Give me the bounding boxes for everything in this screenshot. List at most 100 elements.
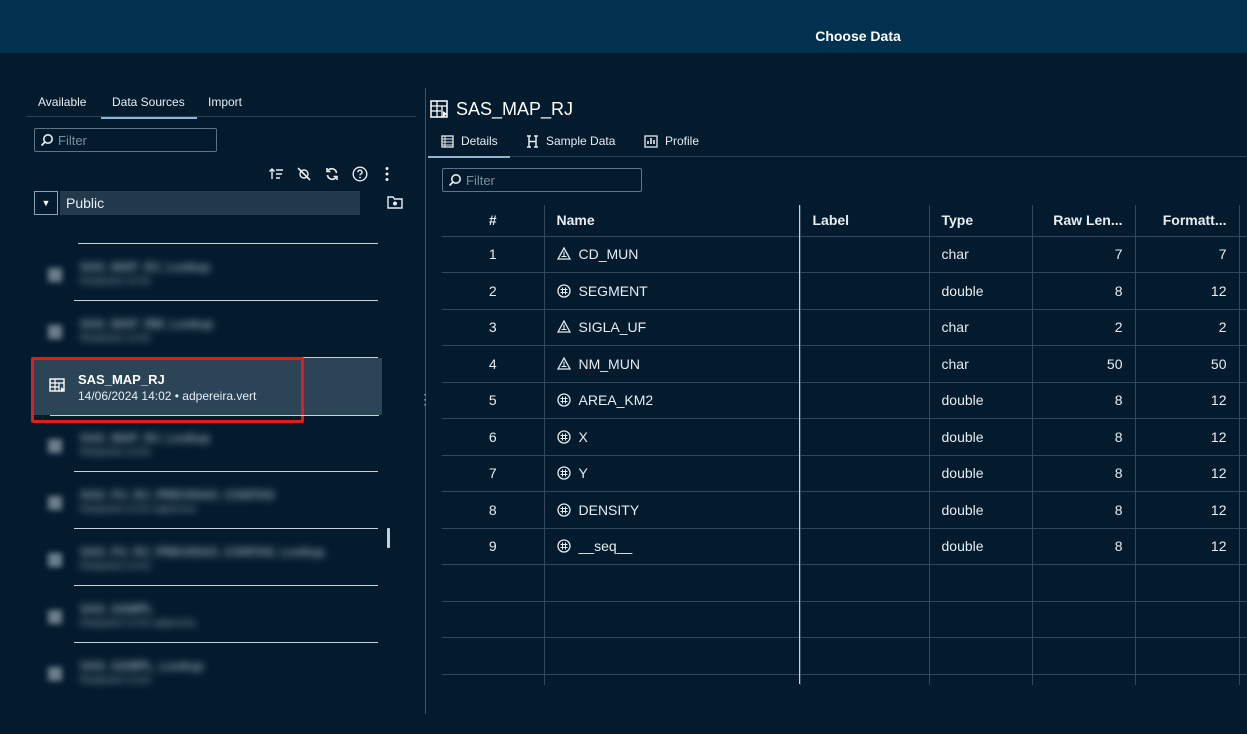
list-item[interactable]: SAS_SAMPL Redacted 14:02 adpereira	[34, 586, 384, 643]
list-item[interactable]: SAS_MAP_RJ_Lookup Redacted 14:02	[34, 415, 384, 472]
list-item-meta: Redacted 14:02 adpereira	[80, 618, 196, 629]
empty-row	[442, 564, 1247, 602]
column-header-extra	[1239, 205, 1247, 237]
cell-raw-length: 8	[1032, 418, 1136, 456]
library-select[interactable]: Public	[60, 191, 360, 215]
table-header-row: # Name Label Type Raw Len... Formatt...	[442, 205, 1247, 237]
list-item-meta: Redacted 14:02	[80, 561, 151, 572]
table-row[interactable]: 5 AREA_KM2 double 8 12	[442, 382, 1247, 419]
left-filter-field[interactable]	[34, 128, 217, 152]
table-icon	[48, 610, 62, 624]
list-item-meta: Redacted 14:02	[80, 675, 151, 686]
tab-import[interactable]: Import	[208, 95, 242, 117]
cell-name-text: AREA_KM2	[578, 392, 654, 409]
numeric-type-icon	[556, 466, 571, 480]
detail-tabs: Details Sample Data Profile	[428, 128, 1247, 158]
library-dropdown-button[interactable]: ▼	[34, 191, 58, 215]
tab-details-label: Details	[461, 134, 498, 148]
list-item[interactable]: SAS_MAP_RJ_Lookup Redacted 14:02	[34, 244, 384, 301]
table-row[interactable]: 4 NM_MUN char 50 50	[442, 345, 1247, 383]
column-filter-field[interactable]	[442, 168, 642, 192]
tab-sample-data[interactable]: Sample Data	[526, 134, 615, 156]
table-row[interactable]: 8 DENSITY double 8 12	[442, 491, 1247, 529]
cell-name-text: X	[578, 428, 588, 445]
cell-number: 3	[442, 309, 545, 346]
cell-number: 2	[442, 272, 545, 310]
list-item-meta: Redacted 14:02 adpereira	[80, 504, 196, 515]
hide-icon[interactable]	[296, 166, 312, 182]
column-header-name[interactable]: Name	[544, 205, 801, 237]
list-item-name: SAS_SAMPL_Lookup	[80, 659, 204, 673]
cell-type: char	[929, 309, 1033, 346]
cell-name-text: DENSITY	[578, 501, 640, 518]
cell-name: SIGLA_UF	[544, 309, 801, 346]
table-row[interactable]: 3 SIGLA_UF char 2 2	[442, 309, 1247, 346]
cell-extra	[1239, 418, 1247, 456]
list-item[interactable]: SAS_MAP_RM_Lookup Redacted 14:02	[34, 301, 384, 358]
list-item[interactable]: SAS_SAMPL_Lookup Redacted 14:02	[34, 643, 384, 693]
cell-name: AREA_KM2	[544, 382, 801, 419]
cell-number: 5	[442, 382, 545, 419]
cell-label	[800, 272, 930, 310]
cell-number: 7	[442, 455, 545, 492]
table-icon	[48, 496, 62, 510]
numeric-type-icon	[556, 393, 571, 407]
cell-name: __seq__	[544, 528, 801, 565]
tab-available[interactable]: Available	[38, 95, 86, 117]
splitter-handle-icon[interactable]: · · ·	[423, 388, 428, 410]
cell-raw-length: 7	[1032, 236, 1136, 273]
cell-raw-length: 8	[1032, 272, 1136, 310]
table-icon	[48, 553, 62, 567]
cell-label	[800, 345, 930, 383]
cell-raw-length: 50	[1032, 345, 1136, 383]
cell-type: char	[929, 345, 1033, 383]
cell-name-text: Y	[578, 465, 588, 482]
table-row[interactable]: 2 SEGMENT double 8 12	[442, 272, 1247, 310]
cell-extra	[1239, 272, 1247, 310]
sample-data-icon	[527, 134, 538, 148]
tab-details[interactable]: Details	[428, 134, 510, 158]
more-options-icon[interactable]	[381, 166, 393, 182]
cell-label	[800, 455, 930, 492]
character-type-icon	[556, 247, 571, 260]
refresh-icon[interactable]	[324, 166, 340, 182]
table-icon	[48, 268, 62, 282]
table-row[interactable]: 9 __seq__ double 8 12	[442, 528, 1247, 565]
column-header-label[interactable]: Label	[800, 205, 930, 237]
left-filter-input[interactable]	[58, 132, 208, 148]
numeric-type-icon	[556, 503, 571, 517]
tab-profile[interactable]: Profile	[644, 134, 699, 156]
folder-browse-icon[interactable]	[387, 195, 403, 209]
cell-name: NM_MUN	[544, 345, 801, 383]
cell-type: double	[929, 528, 1033, 565]
tab-profile-label: Profile	[665, 134, 700, 148]
help-icon[interactable]	[352, 166, 368, 182]
character-type-icon	[556, 356, 571, 370]
sort-icon[interactable]	[268, 166, 284, 182]
tab-data-sources[interactable]: Data Sources	[101, 95, 197, 119]
table-row[interactable]: 6 Xdouble 8 12	[442, 418, 1247, 456]
list-item[interactable]: SAS_FU_RJ_PREVISAO_CONTAS_Lookup Redacte…	[34, 529, 384, 586]
cell-extra	[1239, 382, 1247, 419]
library-row: ▼ Public	[34, 191, 403, 215]
cell-name-text: SIGLA_UF	[578, 319, 647, 336]
list-scrollbar[interactable]	[387, 528, 390, 548]
list-item-selected[interactable]: SAS_MAP_RJ 14/06/2024 14:02 • adpereira.…	[34, 358, 382, 415]
cell-type: char	[929, 236, 1033, 273]
cell-extra	[1239, 236, 1247, 273]
cell-formatted-length: 12	[1135, 382, 1240, 419]
cell-formatted-length: 12	[1135, 528, 1240, 565]
list-item-name: SAS_SAMPL	[80, 602, 154, 616]
list-item[interactable]: SAS_FU_RJ_PREVISAO_CONTAS Redacted 14:02…	[34, 472, 384, 529]
column-resize-divider[interactable]	[799, 205, 800, 684]
cell-name: X	[544, 418, 801, 456]
column-header-number[interactable]: #	[442, 205, 545, 237]
column-filter-input[interactable]	[466, 172, 616, 188]
empty-row	[442, 601, 1247, 638]
table-row[interactable]: 7 Ydouble 8 12	[442, 455, 1247, 492]
column-header-formatted-length[interactable]: Formatt...	[1135, 205, 1240, 237]
column-header-type[interactable]: Type	[929, 205, 1033, 237]
table-row[interactable]: 1 CD_MUN char 7 7	[442, 236, 1247, 273]
column-header-raw-length[interactable]: Raw Len...	[1032, 205, 1136, 237]
cell-formatted-length: 50	[1135, 345, 1240, 383]
